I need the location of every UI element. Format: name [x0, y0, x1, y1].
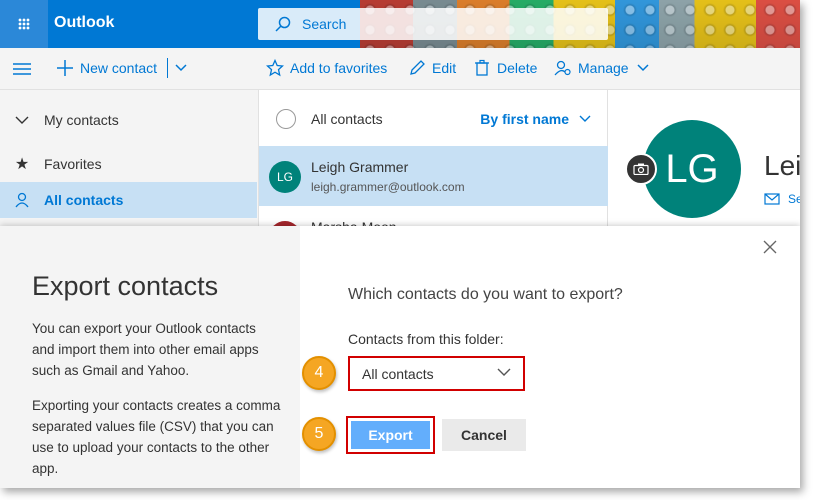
- chevron-down-icon: [579, 115, 591, 122]
- app-brand[interactable]: Outlook: [54, 14, 114, 32]
- chevron-down-icon: [15, 116, 29, 124]
- manage-label: Manage: [578, 60, 629, 76]
- export-button[interactable]: Export: [346, 416, 435, 454]
- dialog-info-panel: Export contacts You can export your Outl…: [0, 226, 300, 488]
- list-title: All contacts: [311, 111, 383, 127]
- export-button-label: Export: [351, 421, 430, 449]
- app-launcher-icon[interactable]: [0, 0, 48, 48]
- close-icon[interactable]: [762, 239, 778, 255]
- add-to-favorites-label: Add to favorites: [290, 60, 388, 76]
- star-outline-icon: [266, 59, 284, 77]
- manage-button[interactable]: Manage: [554, 59, 655, 77]
- chevron-down-icon: [637, 64, 649, 72]
- trash-icon: [475, 59, 489, 76]
- manage-people-icon: [554, 60, 571, 76]
- folder-select-value: All contacts: [362, 365, 434, 382]
- outlook-window: Outlook Search New contact Add to favori…: [0, 0, 800, 488]
- camera-icon[interactable]: [625, 153, 657, 185]
- avatar: LG: [269, 161, 301, 193]
- divider: [167, 58, 168, 78]
- step-badge: 5: [302, 417, 336, 451]
- new-contact-button[interactable]: New contact: [56, 59, 157, 77]
- sidebar-item-label: Favorites: [44, 156, 102, 172]
- export-contacts-dialog: Export contacts You can export your Outl…: [0, 226, 800, 488]
- cancel-button[interactable]: Cancel: [442, 419, 526, 451]
- contact-row[interactable]: LG Leigh Grammer leigh.grammer@outlook.c…: [259, 146, 609, 206]
- dialog-description: Exporting your contacts creates a comma …: [32, 398, 281, 476]
- hamburger-menu-icon[interactable]: [12, 61, 32, 77]
- contact-email: leigh.grammer@outlook.com: [311, 180, 465, 194]
- sidebar-item-label: All contacts: [44, 192, 124, 208]
- sidebar-item-all-contacts[interactable]: All contacts: [0, 182, 257, 218]
- list-header: All contacts By first name: [259, 102, 609, 136]
- dialog-title: Export contacts: [32, 271, 219, 301]
- search-icon: [275, 16, 291, 32]
- contact-name-heading: Leigh Grammer: [764, 150, 800, 181]
- dialog-description: You can export your Outlook contacts and…: [32, 321, 259, 378]
- search-box[interactable]: Search: [258, 8, 608, 40]
- contact-avatar-large: LG: [643, 120, 741, 218]
- star-icon: ★: [14, 156, 30, 173]
- edit-button[interactable]: Edit: [408, 59, 456, 77]
- send-email-label: Send email: [788, 192, 800, 206]
- chevron-down-icon[interactable]: [175, 64, 187, 72]
- folder-label: Contacts from this folder:: [348, 331, 504, 347]
- sidebar-item-favorites[interactable]: ★ Favorites: [0, 146, 257, 182]
- mail-icon: [764, 193, 780, 205]
- pencil-icon: [410, 60, 425, 75]
- chevron-down-icon: [497, 368, 511, 376]
- dialog-question: Which contacts do you want to export?: [348, 286, 623, 303]
- my-contacts-label: My contacts: [44, 112, 119, 128]
- delete-label: Delete: [497, 60, 538, 76]
- contact-name: Leigh Grammer: [311, 159, 409, 175]
- add-to-favorites-button[interactable]: Add to favorites: [266, 59, 387, 77]
- select-all-checkbox[interactable]: [276, 109, 296, 129]
- sort-label: By first name: [480, 111, 569, 127]
- edit-label: Edit: [432, 60, 457, 76]
- person-icon: [15, 192, 29, 208]
- sort-dropdown[interactable]: By first name: [480, 111, 591, 127]
- delete-button[interactable]: Delete: [473, 59, 537, 77]
- plus-icon: [57, 60, 73, 76]
- my-contacts-section[interactable]: My contacts: [0, 102, 257, 138]
- command-bar: New contact Add to favorites Edit Delete…: [0, 48, 800, 90]
- step-badge: 4: [302, 356, 336, 390]
- folder-select-dropdown[interactable]: All contacts: [348, 356, 525, 391]
- top-bar: Outlook Search: [0, 0, 800, 48]
- new-contact-label: New contact: [80, 60, 158, 76]
- search-placeholder: Search: [302, 16, 347, 32]
- send-email-link[interactable]: Send email: [764, 192, 800, 206]
